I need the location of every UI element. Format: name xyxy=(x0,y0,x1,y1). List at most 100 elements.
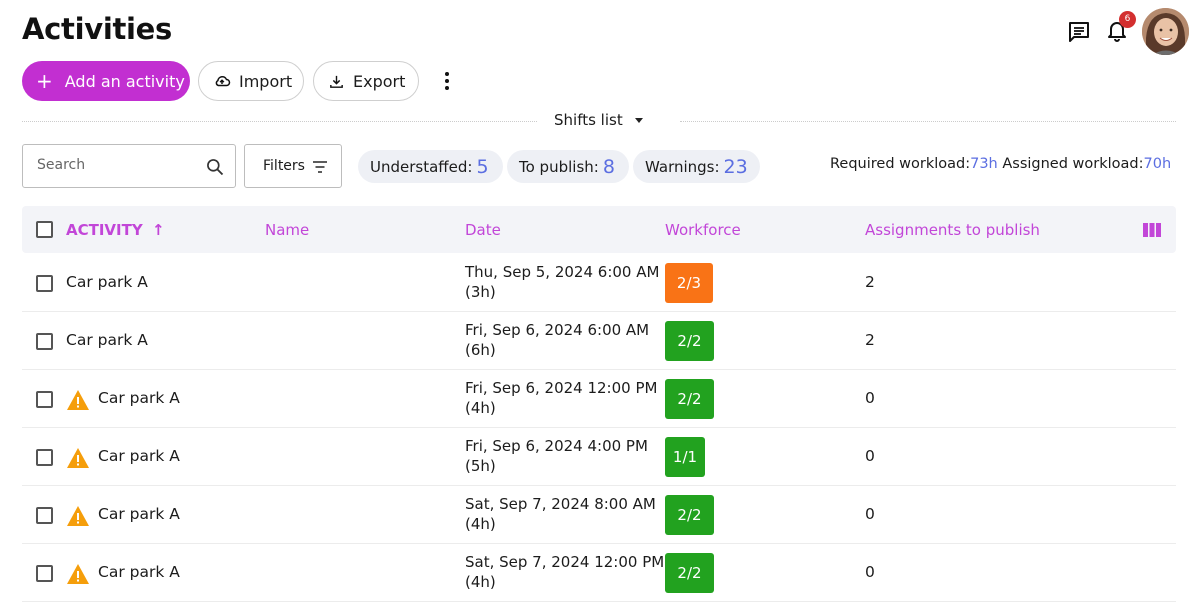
understaffed-label: Understaffed: xyxy=(370,157,473,176)
column-activity[interactable]: ACTIVITY ↑ xyxy=(66,221,165,239)
assignments-cell: 0 xyxy=(865,563,875,581)
table-row[interactable]: Car park A Fri, Sep 6, 2024 6:00 AM (6h)… xyxy=(22,312,1176,370)
workforce-badge: 2/2 xyxy=(665,553,714,593)
download-icon xyxy=(330,75,343,88)
notifications-button[interactable]: 6 xyxy=(1105,11,1136,44)
date-duration: (4h) xyxy=(465,573,496,591)
divider-right xyxy=(680,121,1176,122)
assignments-cell: 2 xyxy=(865,331,875,349)
activity-cell: Car park A xyxy=(98,447,180,465)
warning-icon xyxy=(67,564,89,584)
warnings-label: Warnings: xyxy=(645,157,720,176)
table-header: ACTIVITY ↑ Name Date Workforce Assignmen… xyxy=(22,206,1176,253)
activity-cell: Car park A xyxy=(98,563,180,581)
column-activity-label: ACTIVITY xyxy=(66,221,143,239)
view-selector[interactable]: Shifts list xyxy=(554,111,643,129)
assigned-workload-value: 70h xyxy=(1143,156,1172,172)
row-checkbox[interactable] xyxy=(36,565,53,582)
more-vertical-icon[interactable] xyxy=(438,70,456,92)
date-duration: (4h) xyxy=(465,399,496,417)
activity-cell: Car park A xyxy=(98,389,180,407)
row-checkbox[interactable] xyxy=(36,333,53,350)
workforce-badge: 2/2 xyxy=(665,379,714,419)
row-checkbox[interactable] xyxy=(36,449,53,466)
understaffed-chip[interactable]: Understaffed: 5 xyxy=(358,150,503,183)
assignments-cell: 0 xyxy=(865,505,875,523)
columns-icon[interactable] xyxy=(1143,223,1161,237)
column-workforce[interactable]: Workforce xyxy=(665,221,741,239)
assignments-cell: 0 xyxy=(865,447,875,465)
assignments-cell: 2 xyxy=(865,273,875,291)
avatar[interactable] xyxy=(1142,8,1189,55)
date-start: Fri, Sep 6, 2024 6:00 AM xyxy=(465,321,650,339)
filters-button[interactable]: Filters xyxy=(244,144,342,188)
assignments-cell: 0 xyxy=(865,389,875,407)
understaffed-value: 5 xyxy=(476,155,489,178)
date-cell: Fri, Sep 6, 2024 4:00 PM (5h) xyxy=(465,436,648,476)
assigned-workload-label: Assigned workload: xyxy=(1002,156,1144,172)
table-row[interactable]: Car park A Sat, Sep 7, 2024 12:00 PM (4h… xyxy=(22,544,1176,602)
workload-summary: Required workload:73h Assigned workload:… xyxy=(830,156,1171,172)
warning-icon xyxy=(67,390,89,410)
divider-left xyxy=(22,121,537,122)
table-row[interactable]: Car park A Thu, Sep 5, 2024 6:00 AM (3h)… xyxy=(22,254,1176,312)
view-selector-label: Shifts list xyxy=(554,111,623,129)
workforce-badge: 2/2 xyxy=(665,495,714,535)
to-publish-label: To publish: xyxy=(519,157,599,176)
chat-icon[interactable] xyxy=(1067,20,1091,44)
warnings-chip[interactable]: Warnings: 23 xyxy=(633,150,760,183)
required-workload-label: Required workload: xyxy=(830,156,971,172)
date-duration: (5h) xyxy=(465,457,496,475)
row-checkbox[interactable] xyxy=(36,275,53,292)
plus-icon: + xyxy=(36,69,53,93)
search-field[interactable] xyxy=(22,144,236,188)
date-cell: Sat, Sep 7, 2024 12:00 PM (4h) xyxy=(465,552,664,592)
table-row[interactable]: Car park A Fri, Sep 6, 2024 12:00 PM (4h… xyxy=(22,370,1176,428)
column-assignments[interactable]: Assignments to publish xyxy=(865,221,1040,239)
cloud-upload-icon xyxy=(215,75,231,87)
search-icon xyxy=(207,159,224,176)
to-publish-value: 8 xyxy=(602,155,615,178)
table-row[interactable]: Car park A Sat, Sep 7, 2024 8:00 AM (4h)… xyxy=(22,486,1176,544)
filter-icon xyxy=(313,161,327,173)
column-date[interactable]: Date xyxy=(465,221,501,239)
table-row[interactable]: Car park A Fri, Sep 6, 2024 4:00 PM (5h)… xyxy=(22,428,1176,486)
row-checkbox[interactable] xyxy=(36,507,53,524)
sort-arrow-icon: ↑ xyxy=(151,221,165,239)
activity-cell: Car park A xyxy=(66,331,148,349)
notification-badge: 6 xyxy=(1119,11,1136,28)
date-duration: (3h) xyxy=(465,283,496,301)
workforce-badge: 2/2 xyxy=(665,321,714,361)
row-checkbox[interactable] xyxy=(36,391,53,408)
to-publish-chip[interactable]: To publish: 8 xyxy=(507,150,629,183)
column-name[interactable]: Name xyxy=(265,221,309,239)
workforce-badge: 1/1 xyxy=(665,437,705,477)
import-label: Import xyxy=(239,71,293,91)
export-label: Export xyxy=(353,71,406,91)
warning-icon xyxy=(67,448,89,468)
date-cell: Sat, Sep 7, 2024 8:00 AM (4h) xyxy=(465,494,656,534)
search-input[interactable] xyxy=(37,157,197,173)
warning-icon xyxy=(67,506,89,526)
date-duration: (6h) xyxy=(465,341,496,359)
date-cell: Fri, Sep 6, 2024 12:00 PM (4h) xyxy=(465,378,657,418)
date-start: Fri, Sep 6, 2024 12:00 PM xyxy=(465,379,658,397)
date-start: Thu, Sep 5, 2024 6:00 AM xyxy=(465,263,660,281)
date-cell: Thu, Sep 5, 2024 6:00 AM (3h) xyxy=(465,262,659,302)
import-button[interactable]: Import xyxy=(198,61,304,101)
warnings-value: 23 xyxy=(723,155,748,178)
date-start: Fri, Sep 6, 2024 4:00 PM xyxy=(465,437,648,455)
activity-cell: Car park A xyxy=(98,505,180,523)
date-duration: (4h) xyxy=(465,515,496,533)
export-button[interactable]: Export xyxy=(313,61,419,101)
date-cell: Fri, Sep 6, 2024 6:00 AM (6h) xyxy=(465,320,649,360)
date-start: Sat, Sep 7, 2024 8:00 AM xyxy=(465,495,656,513)
caret-down-icon xyxy=(634,117,643,123)
workforce-badge: 2/3 xyxy=(665,263,713,303)
add-activity-label: Add an activity xyxy=(64,71,185,91)
select-all-checkbox[interactable] xyxy=(36,221,53,238)
add-activity-button[interactable]: + Add an activity xyxy=(22,61,190,101)
required-workload-value: 73h xyxy=(970,156,998,172)
top-right-actions: 6 xyxy=(1057,0,1197,60)
date-start: Sat, Sep 7, 2024 12:00 PM xyxy=(465,553,665,571)
